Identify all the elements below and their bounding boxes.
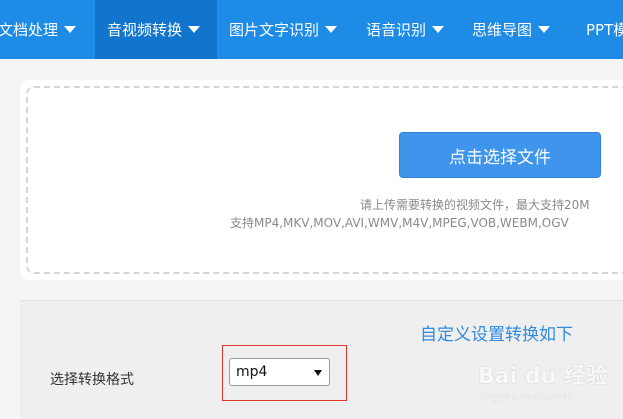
- upload-dropzone[interactable]: [26, 86, 623, 274]
- nav-item-label: 语音识别: [366, 21, 427, 39]
- nav-item-label: 思维导图: [472, 21, 533, 39]
- caret-down-icon: [325, 26, 338, 33]
- nav-item-ppt[interactable]: PPT模: [586, 0, 623, 59]
- nav-item-av-convert[interactable]: 音视频转换: [95, 0, 217, 59]
- nav-item-speech[interactable]: 语音识别: [366, 0, 445, 59]
- nav-item-label: 图片文字识别: [229, 21, 320, 39]
- upload-hint-formats: 支持MP4,MKV,MOV,AVI,WMV,M4V,MPEG,VOB,WEBM,…: [230, 216, 569, 230]
- format-select-value: mp4: [236, 364, 268, 380]
- top-nav: 文档处理 音视频转换 图片文字识别 语音识别 思维导图 PPT模: [0, 0, 623, 59]
- page: 文档处理 音视频转换 图片文字识别 语音识别 思维导图 PPT模 点击选择文件 …: [0, 0, 623, 419]
- watermark-url: jingyan.baidu.com: [480, 392, 573, 403]
- format-select[interactable]: mp4: [229, 358, 330, 386]
- nav-item-mindmap[interactable]: 思维导图: [472, 0, 551, 59]
- nav-item-ocr[interactable]: 图片文字识别: [229, 0, 338, 59]
- format-label: 选择转换格式: [50, 372, 134, 388]
- watermark: Bai du 经验 jingyan.baidu.com: [478, 358, 618, 413]
- nav-item-label: 音视频转换: [107, 21, 183, 39]
- caret-down-icon: [538, 26, 551, 33]
- dropdown-arrow-icon: [314, 370, 322, 376]
- choose-file-button[interactable]: 点击选择文件: [399, 132, 601, 178]
- caret-down-icon: [188, 26, 201, 33]
- nav-item-label: PPT模: [586, 21, 623, 39]
- nav-item-label: 文档处理: [0, 21, 59, 39]
- nav-item-document[interactable]: 文档处理: [0, 0, 86, 59]
- upload-hint-size: 请上传需要转换的视频文件，最大支持20M: [360, 198, 590, 212]
- caret-down-icon: [432, 26, 445, 33]
- caret-down-icon: [64, 26, 77, 33]
- upload-area[interactable]: [20, 80, 623, 280]
- settings-title: 自定义设置转换如下: [420, 325, 573, 345]
- watermark-brand: Bai du 经验: [478, 364, 608, 389]
